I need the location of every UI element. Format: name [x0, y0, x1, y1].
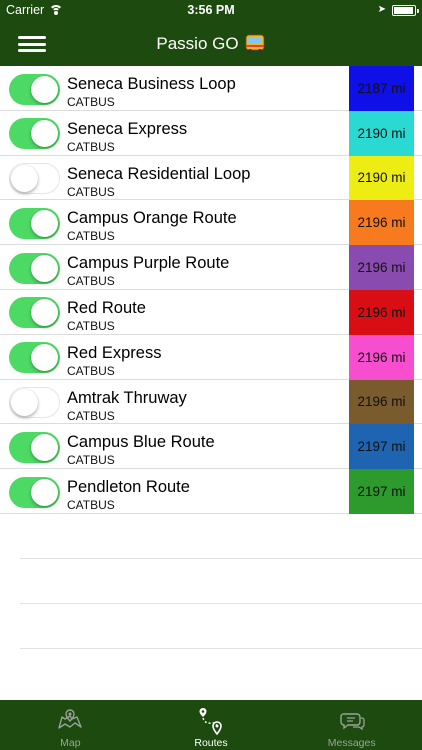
route-distance: 2196 mi [357, 349, 406, 365]
bus-icon [245, 34, 264, 53]
list-separator [20, 648, 422, 649]
route-row[interactable]: Amtrak Thruway CATBUS 2196 mi [0, 379, 422, 425]
list-separator [20, 603, 422, 604]
toggle-knob [11, 164, 38, 192]
app-screen: Carrier 3:56 PM ➤ Passio GO Seneca Busin… [0, 0, 422, 750]
route-distance: 2197 mi [357, 439, 406, 455]
toggle-knob [31, 344, 58, 372]
route-row[interactable]: Campus Purple Route CATBUS 2196 mi [0, 245, 422, 290]
route-agency: CATBUS [67, 363, 115, 378]
toggle-knob [31, 75, 58, 103]
tab-bar: Map Routes Messages [0, 700, 422, 750]
route-visibility-toggle[interactable] [9, 476, 60, 508]
tab-map[interactable]: Map [0, 700, 141, 750]
tab-routes-label: Routes [194, 737, 228, 749]
route-agency: CATBUS [67, 229, 115, 244]
route-name: Red Express [67, 343, 162, 362]
route-color-distance: 2190 mi [349, 155, 414, 201]
route-color-distance: 2190 mi [349, 110, 414, 156]
route-distance: 2197 mi [357, 484, 406, 500]
app-title: Passio GO [156, 34, 239, 53]
toggle-knob [31, 433, 58, 461]
list-separator [20, 558, 422, 559]
routes-icon [199, 708, 222, 736]
route-row[interactable]: Campus Blue Route CATBUS 2197 mi [0, 424, 422, 470]
route-distance: 2196 mi [357, 260, 406, 276]
header-title-group: Passio GO [0, 32, 422, 56]
route-name: Pendleton Route [67, 478, 190, 497]
toggle-knob [31, 478, 58, 506]
route-distance: 2196 mi [357, 215, 406, 231]
route-color-distance: 2197 mi [349, 469, 414, 514]
route-name: Campus Orange Route [67, 209, 237, 228]
route-color-distance: 2196 mi [349, 289, 414, 335]
route-visibility-toggle[interactable] [9, 118, 60, 150]
route-name: Red Route [67, 298, 146, 317]
route-color-distance: 2196 mi [349, 379, 414, 425]
route-distance: 2187 mi [357, 80, 406, 96]
route-color-distance: 2196 mi [349, 245, 414, 290]
route-visibility-toggle[interactable] [9, 207, 60, 239]
toggle-knob [31, 299, 58, 327]
route-agency: CATBUS [67, 274, 115, 289]
route-agency: CATBUS [67, 139, 115, 154]
route-distance: 2196 mi [357, 304, 406, 320]
route-color-distance: 2196 mi [349, 334, 414, 380]
route-visibility-toggle[interactable] [9, 73, 60, 105]
status-time: 3:56 PM [187, 3, 235, 17]
route-visibility-toggle[interactable] [9, 431, 60, 463]
tab-messages-label: Messages [327, 737, 376, 749]
toggle-knob [11, 388, 38, 416]
route-list: Seneca Business Loop CATBUS 2187 mi Seneca … [0, 66, 422, 514]
route-name: Campus Purple Route [67, 254, 230, 273]
map-icon [58, 709, 83, 729]
route-color-distance: 2197 mi [349, 424, 414, 470]
route-agency: CATBUS [67, 95, 115, 109]
route-row[interactable]: Pendleton Route CATBUS 2197 mi [0, 469, 422, 514]
status-right: ➤ [377, 4, 419, 16]
status-bar: Carrier 3:56 PM ➤ [0, 0, 422, 22]
route-row[interactable]: Seneca Business Loop CATBUS 2187 mi [0, 66, 422, 111]
route-row[interactable]: Seneca Residential Loop CATBUS 2190 mi [0, 155, 422, 201]
route-row[interactable]: Red Route CATBUS 2196 mi [0, 289, 422, 335]
toggle-knob [31, 254, 58, 282]
route-agency: CATBUS [67, 408, 115, 423]
route-row[interactable]: Campus Orange Route CATBUS 2196 mi [0, 200, 422, 246]
battery-icon [392, 4, 419, 16]
route-visibility-toggle[interactable] [9, 342, 60, 374]
route-row[interactable]: Red Express CATBUS 2196 mi [0, 334, 422, 380]
route-agency: CATBUS [67, 498, 115, 513]
route-distance: 2190 mi [357, 170, 406, 186]
route-color-distance: 2187 mi [349, 66, 414, 111]
route-name: Seneca Business Loop [67, 75, 236, 93]
route-agency: CATBUS [67, 184, 115, 199]
toggle-knob [31, 209, 58, 237]
route-name: Seneca Express [67, 119, 188, 138]
route-name: Amtrak Thruway [67, 388, 187, 407]
route-visibility-toggle[interactable] [9, 387, 60, 419]
route-visibility-toggle[interactable] [9, 297, 60, 329]
route-color-distance: 2196 mi [349, 200, 414, 246]
route-distance: 2190 mi [357, 125, 406, 141]
location-arrow-icon: ➤ [377, 4, 386, 15]
tab-routes[interactable]: Routes [141, 700, 282, 750]
toggle-knob [31, 120, 58, 148]
route-agency: CATBUS [67, 318, 115, 333]
route-visibility-toggle[interactable] [9, 163, 60, 195]
messages-icon [339, 713, 365, 731]
route-visibility-toggle[interactable] [9, 252, 60, 284]
route-name: Campus Blue Route [67, 433, 215, 452]
navigation-header: Carrier 3:56 PM ➤ Passio GO [0, 0, 422, 66]
route-row[interactable]: Seneca Express CATBUS 2190 mi [0, 110, 422, 156]
route-agency: CATBUS [67, 453, 115, 468]
tab-map-label: Map [60, 737, 81, 749]
route-distance: 2196 mi [357, 394, 406, 410]
tab-messages[interactable]: Messages [281, 700, 422, 750]
route-name: Seneca Residential Loop [67, 164, 251, 183]
